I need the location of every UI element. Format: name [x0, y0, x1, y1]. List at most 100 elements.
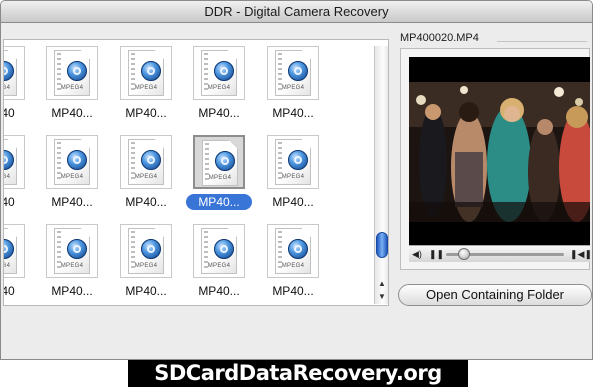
scroll-down-arrow[interactable]: ▼ [375, 291, 389, 303]
file-item[interactable]: MPEG4 MP40... [262, 135, 324, 213]
website-banner: SDCardDataRecovery.org [128, 360, 468, 387]
video-controls: ◀) ❚❚ ❚◀❚ [409, 245, 592, 262]
file-item[interactable]: MPEG4 MP40... [41, 46, 103, 124]
file-type-label: MPEG4 [281, 174, 305, 180]
file-thumbnail[interactable]: MPEG4 [46, 46, 98, 100]
document-icon: MPEG4 [275, 139, 311, 185]
file-thumbnail[interactable]: MPEG4 [46, 224, 98, 278]
file-name: MP40 [4, 195, 15, 209]
app-window: DDR - Digital Camera Recovery MPEG4MP40M… [0, 0, 593, 360]
file-type-label: MPEG4 [207, 85, 231, 91]
file-item[interactable]: MPEG4 MP40... [115, 135, 177, 213]
file-type-label: MPEG4 [4, 263, 11, 269]
document-icon: MPEG4 [128, 50, 164, 96]
quicktime-logo-icon [141, 150, 161, 170]
speaker-icon[interactable]: ◀) [412, 248, 422, 260]
document-icon: MPEG4 [128, 228, 164, 274]
file-type-label: MPEG4 [134, 263, 158, 269]
document-icon: MPEG4 [4, 50, 17, 96]
file-thumbnail[interactable]: MPEG4 [193, 224, 245, 278]
document-icon: MPEG4 [4, 228, 17, 274]
document-icon: MPEG4 [54, 50, 90, 96]
quicktime-logo-icon [4, 150, 14, 170]
file-name: MP40... [51, 195, 93, 209]
skip-end-icon[interactable]: ❚◀❚ [570, 248, 592, 260]
file-item[interactable]: MPEG4 MP40... [115, 224, 177, 302]
file-item[interactable]: MPEG4 MP40... [186, 135, 252, 213]
file-type-label: MPEG4 [208, 175, 232, 181]
file-type-label: MPEG4 [134, 174, 158, 180]
file-type-label: MPEG4 [134, 85, 158, 91]
file-name: MP40... [272, 284, 314, 298]
file-type-label: MPEG4 [281, 85, 305, 91]
video-preview[interactable] [409, 57, 590, 245]
file-thumbnail[interactable]: MPEG4 [267, 46, 319, 100]
quicktime-logo-icon [141, 239, 161, 259]
file-item[interactable]: MPEG4 MP40... [262, 224, 324, 302]
preview-filename: MP400020.MP4 [400, 32, 479, 44]
file-type-label: MPEG4 [4, 85, 11, 91]
document-icon: MPEG4 [275, 228, 311, 274]
file-item[interactable]: MPEG4 MP40... [41, 135, 103, 213]
file-item[interactable]: MPEG4 MP40 [4, 46, 30, 124]
file-thumbnail[interactable]: MPEG4 [46, 135, 98, 189]
file-name: MP40... [272, 106, 314, 120]
document-icon: MPEG4 [54, 228, 90, 274]
file-name: MP40... [198, 106, 240, 120]
file-item[interactable]: MPEG4 MP40... [188, 224, 250, 302]
file-type-label: MPEG4 [60, 174, 84, 180]
quicktime-logo-icon [4, 61, 14, 81]
playback-scrubber[interactable] [457, 248, 470, 260]
document-icon: MPEG4 [202, 140, 238, 186]
file-browser[interactable]: MPEG4 MP40 MPEG4 MP40... MPEG4 MP40... MPEG4 MP… [3, 39, 389, 306]
quicktime-logo-icon [67, 239, 87, 259]
file-thumbnail[interactable]: MPEG4 [120, 46, 172, 100]
document-icon: MPEG4 [4, 139, 17, 185]
file-item[interactable]: MPEG4 MP40... [41, 224, 103, 302]
video-frame-image [409, 82, 590, 222]
file-item[interactable]: MPEG4 MP40... [262, 46, 324, 124]
pause-icon[interactable]: ❚❚ [429, 248, 444, 260]
file-item[interactable]: MPEG4 MP40 [4, 224, 30, 302]
scroll-up-arrow[interactable]: ▲ [375, 278, 389, 290]
quicktime-logo-icon [141, 61, 161, 81]
window-title: DDR - Digital Camera Recovery [1, 1, 592, 23]
file-thumbnail[interactable]: MPEG4 [267, 135, 319, 189]
document-icon: MPEG4 [201, 228, 237, 274]
file-item[interactable]: MPEG4 MP40 [4, 135, 30, 213]
file-thumbnail[interactable]: MPEG4 [4, 46, 25, 100]
document-icon: MPEG4 [201, 50, 237, 96]
file-item[interactable]: MPEG4 MP40... [115, 46, 177, 124]
file-thumbnail[interactable]: MPEG4 [4, 224, 25, 278]
quicktime-logo-icon [67, 150, 87, 170]
file-name: MP40... [125, 195, 167, 209]
file-type-label: MPEG4 [281, 263, 305, 269]
open-containing-folder-button[interactable]: Open Containing Folder [398, 284, 592, 306]
file-thumbnail[interactable]: MPEG4 [4, 135, 25, 189]
quicktime-logo-icon [4, 239, 14, 259]
file-item[interactable]: MPEG4 MP40... [188, 46, 250, 124]
file-name: MP40... [125, 284, 167, 298]
file-type-label: MPEG4 [60, 85, 84, 91]
file-name: MP40... [198, 284, 240, 298]
scroll-thumb[interactable] [376, 232, 388, 258]
file-browser-scrollbar[interactable]: ▲ ▼ [374, 46, 388, 304]
file-name: MP40 [4, 106, 15, 120]
file-thumbnail[interactable]: MPEG4 [193, 135, 245, 189]
file-type-label: MPEG4 [207, 263, 231, 269]
preview-divider [497, 41, 587, 42]
file-name: MP40... [51, 284, 93, 298]
document-icon: MPEG4 [275, 50, 311, 96]
file-thumbnail[interactable]: MPEG4 [193, 46, 245, 100]
quicktime-logo-icon [288, 61, 308, 81]
file-type-label: MPEG4 [4, 174, 11, 180]
file-name: MP40... [186, 194, 252, 210]
document-icon: MPEG4 [128, 139, 164, 185]
file-thumbnail[interactable]: MPEG4 [267, 224, 319, 278]
quicktime-logo-icon [214, 61, 234, 81]
file-thumbnail[interactable]: MPEG4 [120, 135, 172, 189]
quicktime-logo-icon [288, 239, 308, 259]
quicktime-logo-icon [215, 151, 235, 171]
file-name: MP40... [272, 195, 314, 209]
file-thumbnail[interactable]: MPEG4 [120, 224, 172, 278]
